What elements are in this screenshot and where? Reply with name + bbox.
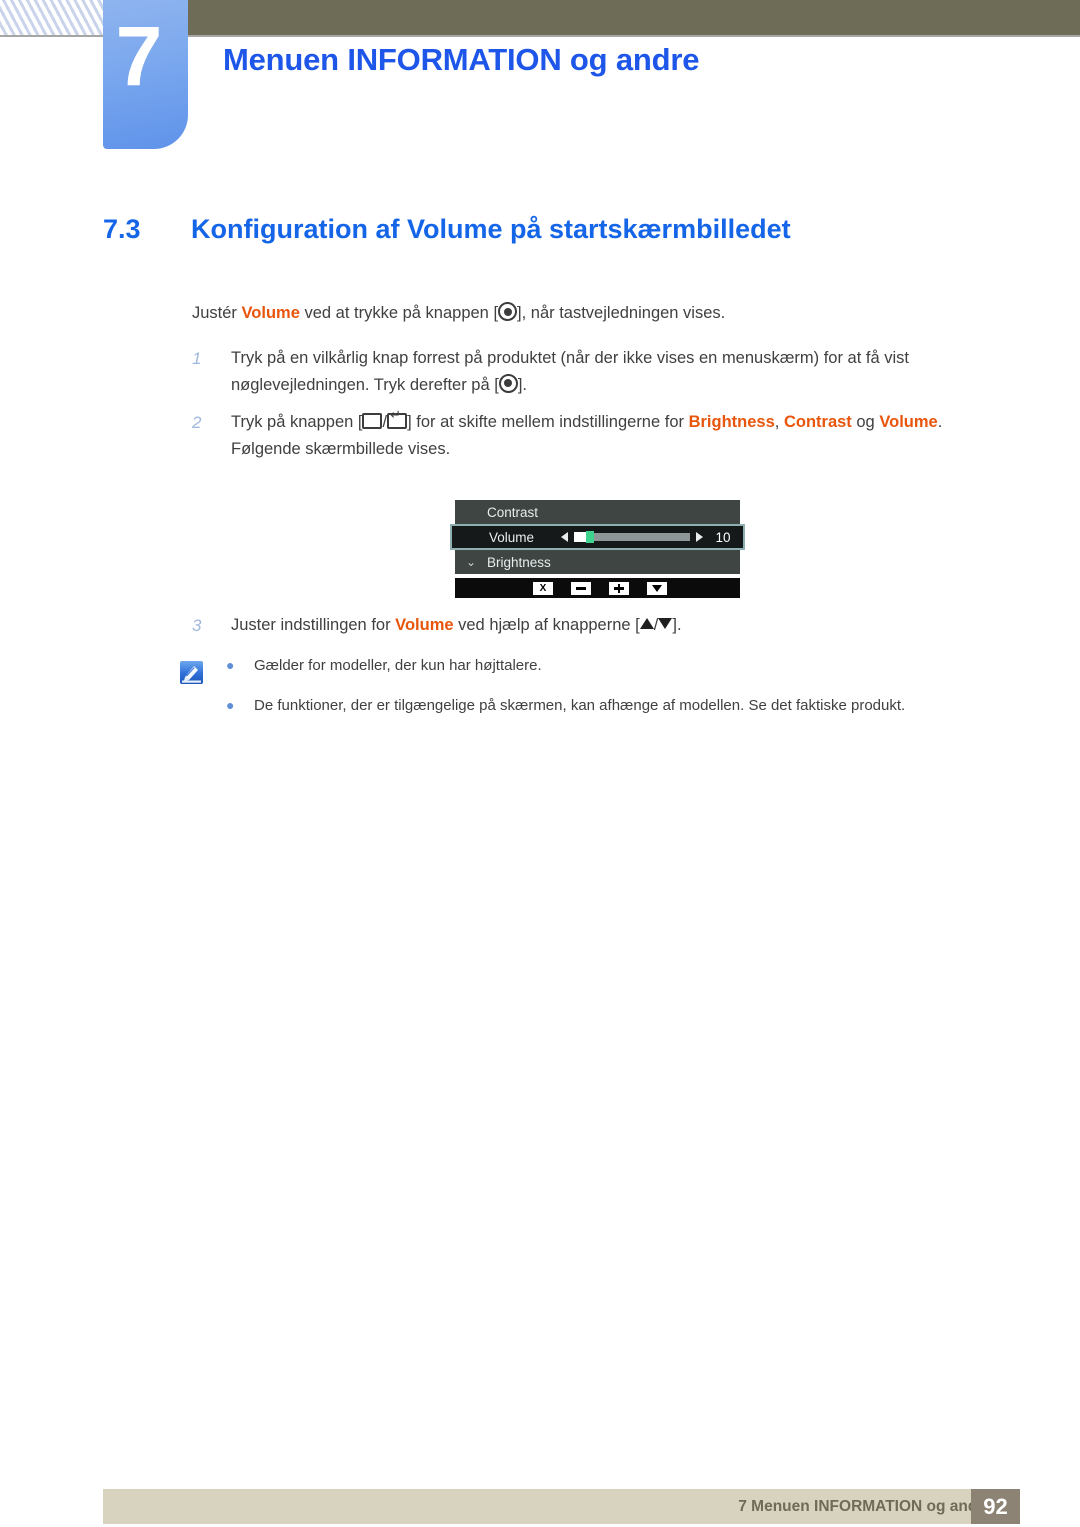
note-bullet-icon: ● (226, 696, 235, 713)
step-3-text-after: ]. (672, 616, 682, 634)
intro-paragraph: Justér Volume ved at trykke på knappen [… (192, 300, 992, 327)
step-1: 1 Tryk på en vilkårlig knap forrest på p… (192, 345, 1012, 398)
step-2-text-before: Tryk på knappen [ (231, 413, 363, 431)
osd-row-volume: Volume 10 (450, 524, 745, 550)
step-1-number: 1 (192, 349, 202, 368)
step-2-highlight-volume: Volume (879, 413, 938, 431)
step-2-number: 2 (192, 413, 202, 432)
slider-track (574, 531, 690, 543)
note-item: ● De funktioner, der er tilgængelige på … (226, 695, 1016, 718)
note-bullet-icon: ● (226, 657, 235, 673)
close-x-icon: X (533, 581, 553, 595)
note-pencil-icon (180, 661, 203, 684)
slider-fill (574, 532, 586, 542)
osd-volume-slider (561, 531, 703, 543)
footer-page-number: 92 (971, 1489, 1020, 1524)
minus-icon (571, 581, 591, 595)
note-text: De funktioner, der er tilgængelige på sk… (254, 696, 906, 714)
slider-knob (586, 531, 594, 543)
power-circle-key-icon (498, 373, 518, 393)
intro-highlight-volume: Volume (241, 304, 300, 322)
note-list: ● Gælder for modeller, der kun har højtt… (226, 655, 1016, 734)
arrow-up-key-icon (639, 618, 654, 629)
intro-text-after: ], når tastvejledningen vises. (517, 304, 726, 322)
step-1-body: Tryk på en vilkårlig knap forrest på pro… (231, 345, 1012, 398)
step-3-number: 3 (192, 616, 202, 635)
chapter-title: Menuen INFORMATION og andre (223, 42, 700, 77)
step-2-body: Tryk på knappen [/] for at skifte mellem… (231, 409, 1012, 462)
osd-volume-value: 10 (715, 529, 731, 545)
slider-left-arrow-icon (561, 532, 568, 542)
source-rect-key-icon (362, 413, 383, 429)
step-2-sep-2: og (851, 413, 880, 431)
note-item: ● Gælder for modeller, der kun har højtt… (226, 655, 1016, 678)
plus-icon (609, 581, 629, 595)
note-text: Gælder for modeller, der kun har højttal… (254, 657, 542, 674)
osd-label-brightness: Brightness (487, 554, 551, 570)
section-title: Konfiguration af Volume på startskærmbil… (191, 214, 791, 244)
arrow-down-icon (647, 581, 667, 595)
slider-right-arrow-icon (696, 532, 703, 542)
step-3-body: Juster indstillingen for Volume ved hjæl… (231, 612, 1012, 640)
chapter-number: 7 (115, 9, 163, 103)
osd-key-guide-bar: X (455, 578, 740, 598)
step-2: 2 Tryk på knappen [/] for at skifte mell… (192, 409, 1012, 462)
header-hatch-pattern (0, 0, 103, 35)
step-2-text-middle: ] for at skifte mellem indstillingerne f… (407, 413, 689, 431)
section-heading: 7.3 Konfiguration af Volume på startskær… (103, 214, 983, 245)
step-3-text-middle: ved hjælp af knapperne [ (453, 616, 640, 634)
footer-chapter-label: 7 Menuen INFORMATION og andre (738, 1498, 992, 1515)
step-1-line1: Tryk på en vilkårlig knap forrest på pro… (231, 349, 909, 367)
step-2-highlight-contrast: Contrast (783, 413, 852, 431)
step-2-text-end: . (937, 413, 943, 431)
chapter-number-badge: 7 (103, 0, 188, 149)
osd-menu-screenshot: Contrast Volume 10 ⌄ Brightness (450, 500, 745, 574)
arrow-down-key-icon (658, 618, 673, 629)
enter-return-key-icon (387, 409, 408, 429)
osd-row-contrast: Contrast (455, 500, 740, 524)
step-3-text-before: Juster indstillingen for (231, 616, 396, 634)
step-1-line2-before: nøglevejledningen. Tryk derefter på [ (231, 375, 499, 394)
header-olive-bar (103, 0, 1080, 35)
step-3: 3 Juster indstillingen for Volume ved hj… (192, 612, 1012, 640)
step-2-line2: Følgende skærmbillede vises. (231, 439, 451, 458)
osd-label-volume: Volume (489, 529, 535, 545)
intro-text-middle: ved at trykke på knappen [ (299, 304, 499, 322)
step-2-highlight-brightness: Brightness (688, 413, 775, 431)
osd-row-brightness: ⌄ Brightness (455, 550, 740, 574)
intro-text-before: Justér (192, 304, 242, 322)
osd-label-contrast: Contrast (487, 504, 539, 520)
step-3-highlight-volume: Volume (395, 616, 454, 634)
power-circle-key-icon (498, 302, 518, 321)
section-number: 7.3 (103, 214, 141, 244)
chevron-down-icon: ⌄ (465, 555, 477, 569)
step-2-sep-1: , (774, 413, 784, 431)
step-1-line2-after: ]. (517, 375, 527, 394)
